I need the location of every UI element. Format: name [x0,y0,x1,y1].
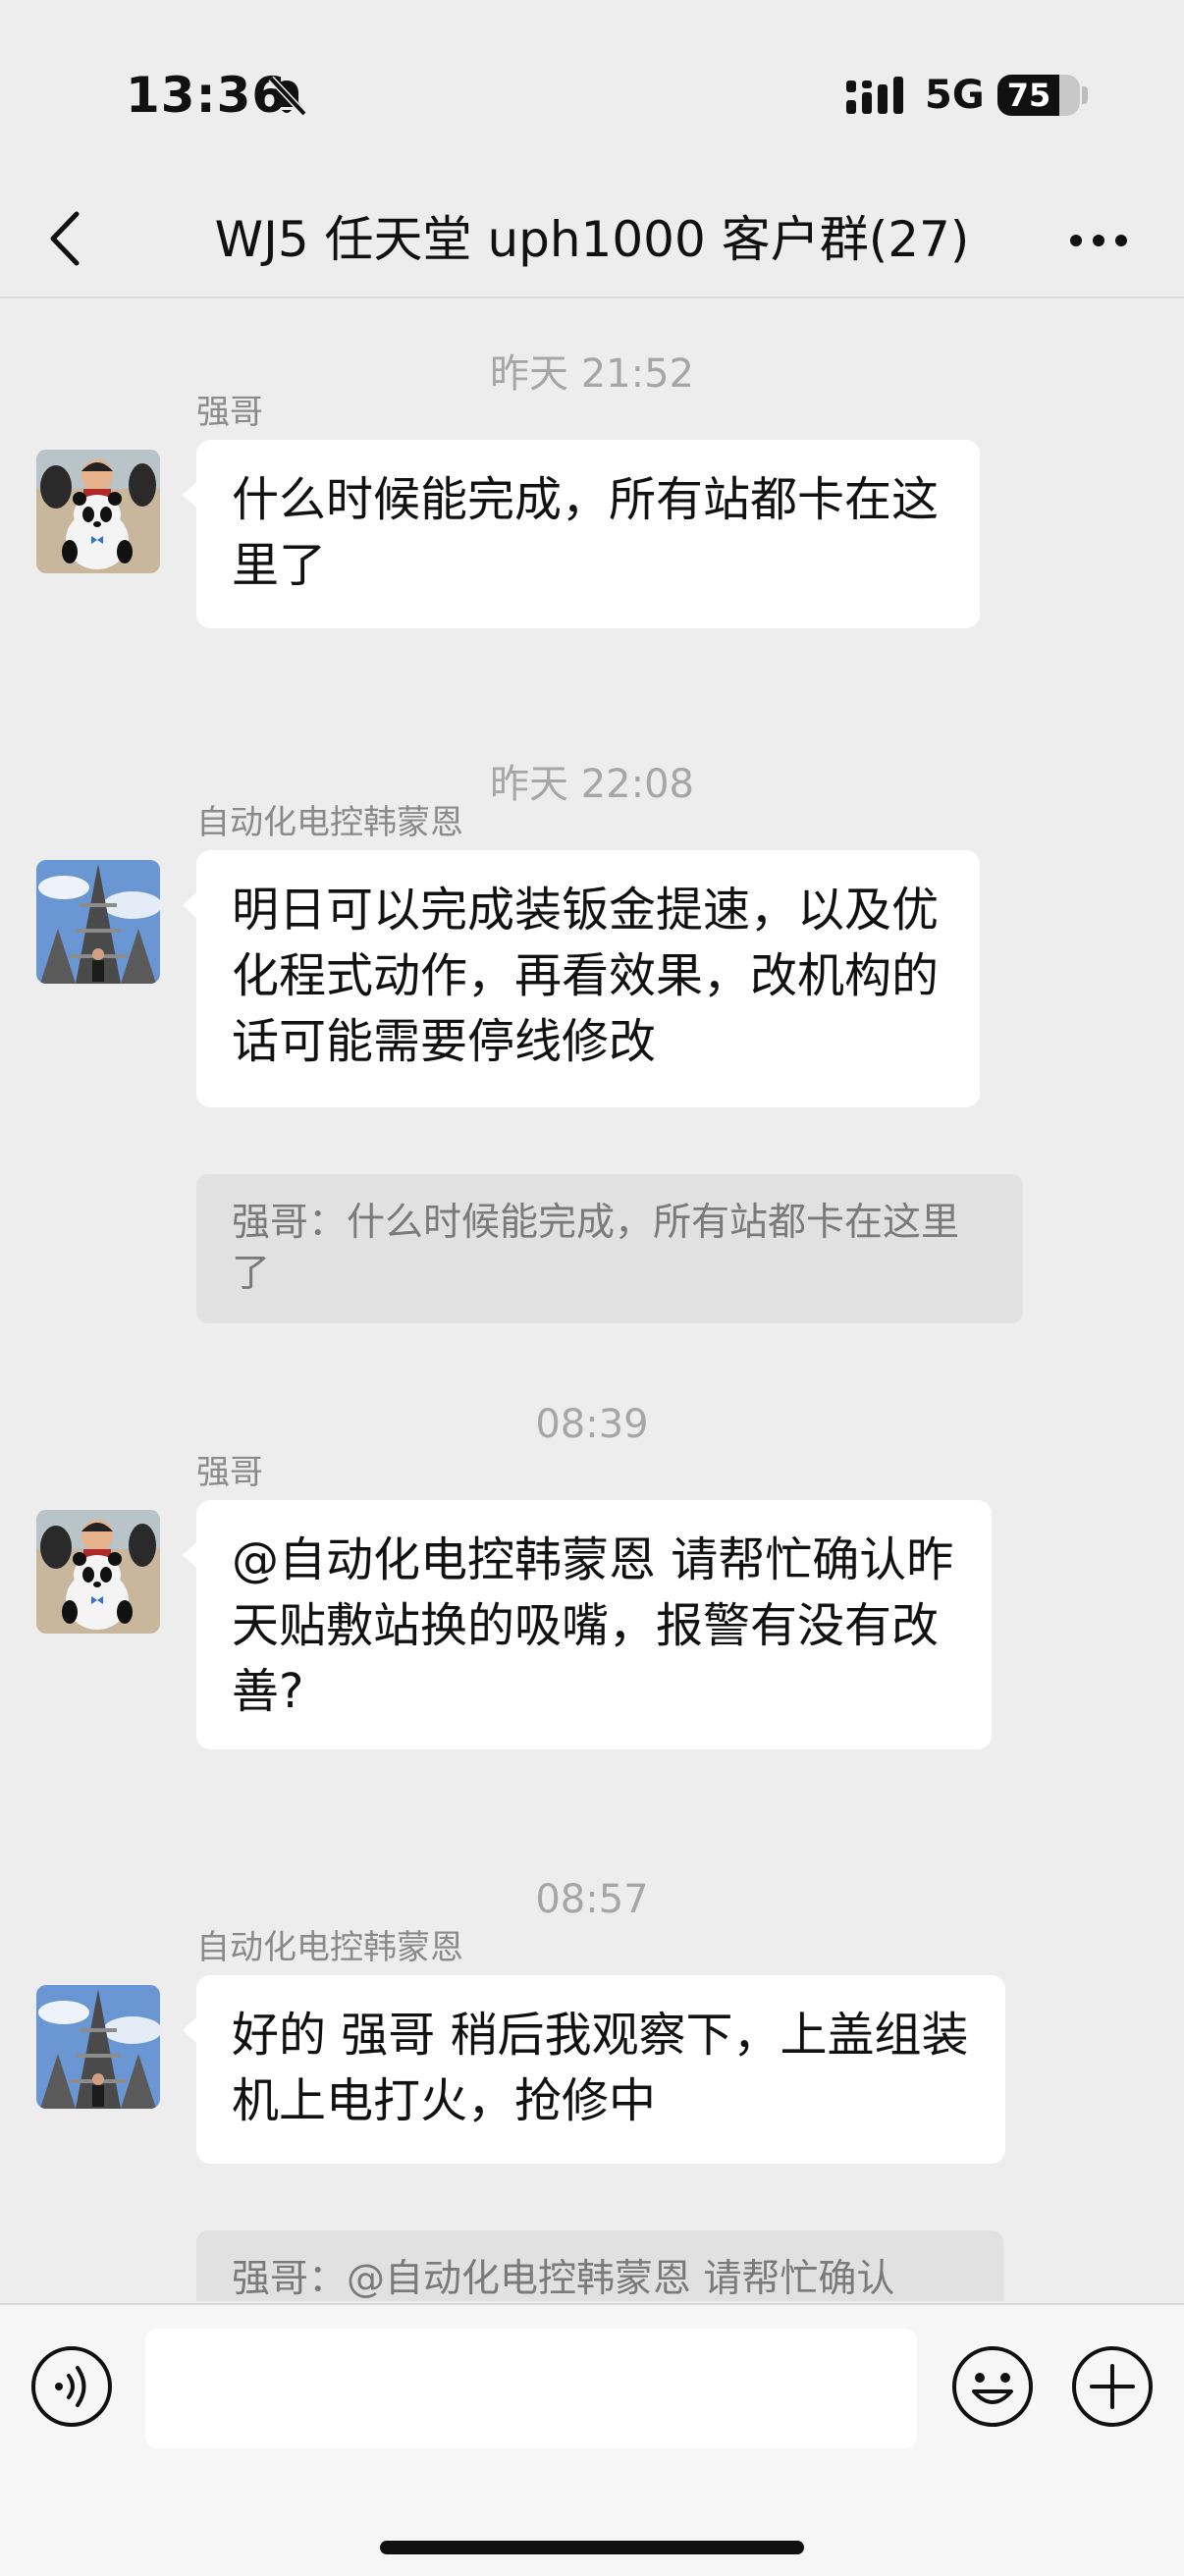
chat-title: WJ5 任天堂 uph1000 客户群(27) [214,211,970,268]
message-bubble[interactable]: 明日可以完成装钣金提速，以及优化程式动作，再看效果，改机构的话可能需要停线修改 [196,850,980,1107]
more-icon[interactable] [1066,216,1131,265]
battery-level: 75 [1006,77,1051,114]
message-timestamp: 08:39 [535,1402,649,1447]
sender-name: 强哥 [196,393,263,432]
status-bar: 13:36 5G 75 [0,0,1184,187]
input-bar [0,2303,1184,2576]
message-bubble[interactable]: 什么时候能完成，所有站都卡在这里了 [196,440,980,628]
temple-avatar-icon [36,1985,160,2109]
bubble-tail [183,1541,197,1569]
bubble-tail [183,891,197,919]
battery-icon: 75 [997,75,1080,116]
sender-name: 强哥 [196,1453,263,1492]
signal-icon [846,77,903,114]
avatar[interactable] [36,450,160,573]
message-input[interactable] [145,2329,917,2448]
quoted-message[interactable]: 强哥：什么时候能完成，所有站都卡在这里了 [196,1174,1023,1323]
avatar[interactable] [36,860,160,984]
home-indicator[interactable] [380,2541,804,2554]
sender-name: 自动化电控韩蒙恩 [196,1928,463,1967]
panda-avatar-icon [36,450,160,573]
panda-avatar-icon [36,1510,160,1634]
avatar[interactable] [36,1985,160,2109]
bubble-tail [183,2016,197,2044]
emoji-icon[interactable] [950,2344,1035,2429]
avatar[interactable] [36,1510,160,1634]
quoted-message[interactable]: 强哥：@自动化电控韩蒙恩 请帮忙确认 [196,2230,1003,2301]
sender-name: 自动化电控韩蒙恩 [196,803,463,842]
voice-icon[interactable] [29,2344,114,2429]
back-icon[interactable] [39,204,98,273]
temple-avatar-icon [36,860,160,984]
message-bubble[interactable]: 好的 强哥 稍后我观察下，上盖组装机上电打火，抢修中 [196,1975,1005,2164]
battery-cap [1082,86,1088,104]
bubble-tail [183,481,197,509]
status-time: 13:36 [126,67,288,124]
network-label: 5G [925,73,985,118]
plus-icon[interactable] [1070,2344,1155,2429]
message-timestamp: 昨天 22:08 [490,762,694,807]
message-timestamp: 08:57 [535,1877,649,1922]
message-bubble[interactable]: @自动化电控韩蒙恩 请帮忙确认昨天贴敷站换的吸嘴，报警有没有改善? [196,1500,992,1749]
chat-area[interactable]: 昨天 21:52 强哥 什么时候能完成，所有站都卡在这里了 昨天 22:08 自… [0,298,1184,2301]
nav-bar: WJ5 任天堂 uph1000 客户群(27) [0,187,1184,298]
message-timestamp: 昨天 21:52 [490,351,694,397]
bell-muted-icon [268,76,307,117]
